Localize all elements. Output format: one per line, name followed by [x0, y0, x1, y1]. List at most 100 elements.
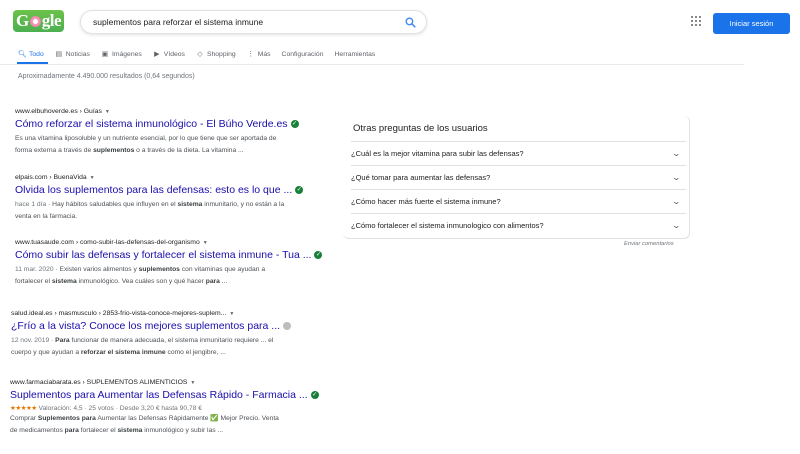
- question-text: ¿Qué tomar para aumentar las defensas?: [351, 173, 491, 182]
- snippet-text: inmunológico y subir las ...: [142, 426, 224, 434]
- tab-noticias[interactable]: ▤ Noticias: [55, 48, 90, 60]
- search-box[interactable]: suplementos para reforzar el sistema inm…: [80, 10, 427, 34]
- result-url[interactable]: www.farmaciabarata.es › SUPLEMENTOS ALIM…: [10, 379, 340, 386]
- tab-shopping[interactable]: ◇ Shopping: [196, 48, 235, 60]
- snippet-highlight: suplementos: [138, 266, 180, 273]
- caret-down-icon[interactable]: ▼: [190, 380, 195, 386]
- search-icon[interactable]: [404, 16, 417, 29]
- snippet-text: · Existen varios alimentos y: [53, 266, 139, 273]
- result-stats: Aproximadamente 4.490.000 resultados (0,…: [18, 73, 195, 80]
- result-snippet: Es una vitamina liposoluble y un nutrien…: [15, 133, 345, 156]
- star-rating-icon: ★★★★★: [10, 405, 37, 412]
- send-feedback-link[interactable]: Enviar comentarios: [624, 241, 674, 247]
- tab-videos[interactable]: ▶ Vídeos: [153, 48, 185, 60]
- snippet-text: ...: [219, 277, 228, 285]
- title-text: Suplementos para Aumentar las Defensas R…: [10, 389, 308, 401]
- result-snippet: 11 mar. 2020 · Existen varios alimentos …: [15, 264, 345, 287]
- tab-imagenes[interactable]: ▣ Imágenes: [101, 48, 142, 60]
- tab-herramientas[interactable]: Herramientas: [335, 48, 376, 60]
- result-title-link[interactable]: Cómo reforzar el sistema inmunológico - …: [15, 118, 345, 130]
- verified-icon: [283, 322, 292, 330]
- snippet-highlight: sistema: [177, 201, 203, 208]
- result-title-link[interactable]: Olvida los suplementos para las defensas…: [15, 184, 345, 196]
- chevron-down-icon: ⌄: [671, 173, 682, 182]
- snippet-highlight: sistema: [51, 277, 77, 285]
- result-url[interactable]: www.tuasaude.com › como-subir-las-defens…: [15, 239, 345, 246]
- chevron-down-icon: ⌄: [671, 197, 682, 206]
- snippet-text: funcionar de manera adecuada, el sistema…: [69, 337, 274, 344]
- snippet-text: forma externa a través de: [15, 146, 94, 154]
- url-text: www.tuasaude.com › como-subir-las-defens…: [15, 239, 200, 246]
- snippet-text: de medicamentos: [10, 426, 65, 434]
- snippet-text: con vitaminas que ayudan a: [179, 266, 266, 273]
- verified-icon: ✓: [310, 391, 319, 399]
- tab-label: Herramientas: [334, 50, 376, 58]
- related-question[interactable]: ¿Cómo hacer más fuerte el sistema inmune…: [351, 189, 686, 213]
- search-result: elpais.com › BuenaVida ▼ Olvida los suple…: [15, 174, 345, 222]
- url-text: salud.ideal.es › masmusculo › 2853-frio-…: [11, 310, 227, 317]
- tab-label: Configuración: [281, 50, 324, 58]
- caret-down-icon[interactable]: ▼: [203, 240, 208, 246]
- snippet-highlight: suplementos: [93, 146, 135, 154]
- caret-down-icon[interactable]: ▼: [229, 311, 234, 317]
- title-text: Olvida los suplementos para las defensas…: [15, 184, 293, 196]
- tab-label: Vídeos: [163, 50, 185, 58]
- rating-text: Valoración: 4,5 · 25 votos · Desde 3,20 …: [38, 405, 202, 412]
- snippet-text: fortalecer el: [15, 277, 52, 285]
- search-result: www.farmaciabarata.es › SUPLEMENTOS ALIM…: [10, 379, 340, 436]
- search-tabs: 🔍︎ Todo ▤ Noticias ▣ Imágenes ▶ Vídeos ◇…: [18, 48, 386, 64]
- logo-tail: gle: [41, 11, 62, 30]
- caret-down-icon[interactable]: ▼: [105, 109, 110, 115]
- question-text: ¿Cómo hacer más fuerte el sistema inmune…: [351, 197, 501, 206]
- title-text: Cómo subir las defensas y fortalecer el …: [15, 249, 312, 261]
- search-result: salud.ideal.es › masmusculo › 2853-frio-…: [11, 310, 341, 358]
- tab-label: Imágenes: [111, 50, 142, 58]
- snippet-text: o a través de la dieta. La vitamina ...: [134, 146, 244, 154]
- shopping-icon: ◇: [197, 51, 203, 58]
- signin-button[interactable]: Iniciar sesión: [713, 13, 790, 34]
- snippet-highlight: para: [205, 277, 220, 285]
- snippet-text: cuerpo y que ayudan a: [11, 348, 81, 356]
- chevron-down-icon: ⌄: [671, 221, 682, 230]
- tab-configuracion[interactable]: Configuración: [282, 48, 324, 60]
- snippet-highlight: Para: [55, 337, 70, 344]
- search-input[interactable]: suplementos para reforzar el sistema inm…: [93, 17, 263, 27]
- snippet-text: fortalecer el: [78, 426, 118, 434]
- question-text: ¿Cuál es la mejor vitamina para subir la…: [351, 149, 524, 158]
- url-text: elpais.com › BuenaVida: [15, 174, 87, 181]
- logo-g: G: [15, 11, 29, 30]
- result-title-link[interactable]: Suplementos para Aumentar las Defensas R…: [10, 389, 340, 401]
- tab-label: Noticias: [65, 50, 90, 58]
- url-text: www.farmaciabarata.es › SUPLEMENTOS ALIM…: [10, 379, 188, 386]
- related-questions-title: Otras preguntas de los usuarios: [353, 123, 488, 134]
- images-icon: ▣: [101, 51, 109, 58]
- google-logo[interactable]: Ggle: [13, 10, 64, 32]
- apps-grid-icon[interactable]: [691, 16, 701, 26]
- result-url[interactable]: elpais.com › BuenaVida ▼: [15, 174, 345, 181]
- snippet-text: Comprar: [10, 415, 38, 422]
- snippet-highlight: Suplementos para: [37, 415, 96, 422]
- result-title-link[interactable]: Cómo subir las defensas y fortalecer el …: [15, 249, 345, 261]
- result-snippet: Comprar Suplementos para Aumentar las De…: [10, 413, 340, 436]
- related-questions-panel: Otras preguntas de los usuarios ¿Cuál es…: [343, 116, 690, 239]
- snippet-highlight: reforzar el sistema inmune: [80, 348, 166, 356]
- result-title-link[interactable]: ¿Frío a la vista? Conoce los mejores sup…: [11, 320, 341, 332]
- related-question[interactable]: ¿Qué tomar para aumentar las defensas? ⌄: [351, 165, 686, 189]
- divider: [0, 64, 744, 65]
- result-url[interactable]: salud.ideal.es › masmusculo › 2853-frio-…: [11, 310, 341, 317]
- search-result: www.elbuhoverde.es › Guías ▼ Cómo reforza…: [15, 108, 345, 156]
- title-text: Cómo reforzar el sistema inmunológico - …: [15, 118, 288, 130]
- related-question[interactable]: ¿Cuál es la mejor vitamina para subir la…: [351, 141, 686, 165]
- tab-label: Más: [257, 50, 271, 58]
- snippet-text: como el jengibre, ...: [165, 348, 226, 356]
- tab-todo[interactable]: 🔍︎ Todo: [18, 48, 44, 60]
- caret-down-icon[interactable]: ▼: [90, 175, 95, 181]
- flower-icon: [29, 15, 41, 27]
- result-date: 11 mar. 2020: [15, 266, 54, 273]
- related-question[interactable]: ¿Cómo fortalecer el sistema inmunologico…: [351, 213, 686, 237]
- snippet-text: venta en la farmacia.: [15, 212, 78, 220]
- snippet-text: inmunitario, y no están a la: [202, 201, 285, 208]
- news-icon: ▤: [55, 51, 63, 58]
- result-url[interactable]: www.elbuhoverde.es › Guías ▼: [15, 108, 345, 115]
- tab-mas[interactable]: ⋮ Más: [247, 48, 271, 60]
